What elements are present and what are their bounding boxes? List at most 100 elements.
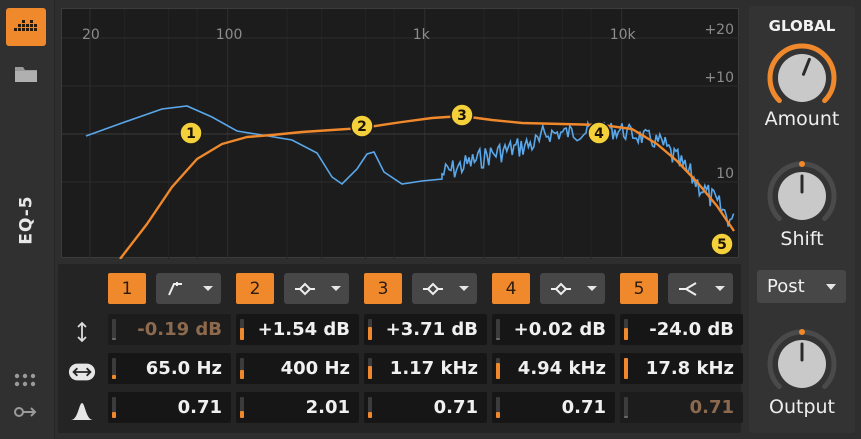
band-controls: 1 -0.19 dB 65.0 Hz 0.71 2 +1.54 dB 400 Hz 2.01 3… xyxy=(58,264,743,433)
band-5-toggle[interactable]: 5 xyxy=(620,273,658,304)
amount-knob[interactable] xyxy=(762,38,842,118)
band-node-1[interactable]: 1 xyxy=(179,121,203,145)
band-2-frequency-field[interactable]: 400 Hz xyxy=(236,353,359,384)
band-4-type-select[interactable] xyxy=(540,273,605,304)
value-bar xyxy=(624,328,628,340)
value-bar-track xyxy=(496,319,500,340)
chevron-down-icon xyxy=(459,286,469,291)
knob-body xyxy=(778,54,826,102)
spectrum-icon xyxy=(14,20,37,31)
frequency-display[interactable]: 20 100 1k 10k +20 +10 10 1 2 3 4 5 xyxy=(61,8,740,259)
frequency-tick-label: 10k xyxy=(610,27,637,43)
value-text: 400 Hz xyxy=(280,358,350,379)
value-text: 0.71 xyxy=(177,397,222,418)
device-sidebar: EQ-5 xyxy=(0,0,55,439)
band-1-type-select[interactable] xyxy=(156,273,221,304)
value-bar xyxy=(368,412,372,418)
value-bar xyxy=(496,338,500,340)
chevron-down-icon xyxy=(587,286,597,291)
value-bar xyxy=(240,411,244,418)
band-4-toggle[interactable]: 4 xyxy=(492,273,530,304)
value-text: 65.0 Hz xyxy=(145,358,222,379)
band-3-frequency-field[interactable]: 1.17 kHz xyxy=(364,353,487,384)
grid-dots-icon[interactable] xyxy=(13,372,37,390)
band-2-type-select[interactable] xyxy=(284,273,349,304)
eq-plot[interactable]: 20 100 1k 10k +20 +10 10 1 2 3 4 5 xyxy=(62,9,740,259)
value-bar-track xyxy=(112,319,116,340)
value-text: +1.54 dB xyxy=(257,319,350,340)
value-bar xyxy=(112,412,116,418)
global-panel: GLOBAL Amount Shift Post Output xyxy=(749,6,855,433)
chevron-down-icon xyxy=(331,286,341,291)
knob-center-mark xyxy=(799,329,805,335)
band-4-frequency-field[interactable]: 4.94 kHz xyxy=(492,353,615,384)
band-3-type-select[interactable] xyxy=(412,273,477,304)
value-text: -0.19 dB xyxy=(137,319,222,340)
bell-icon xyxy=(551,282,571,295)
mode-value: Post xyxy=(767,276,805,297)
node-label: 5 xyxy=(717,237,727,253)
frequency-row-icon xyxy=(68,360,96,384)
band-1-frequency-field[interactable]: 65.0 Hz xyxy=(108,353,231,384)
value-text: -24.0 dB xyxy=(649,319,734,340)
shift-knob[interactable] xyxy=(762,156,842,236)
value-bar xyxy=(368,327,372,340)
band-3-gain-field[interactable]: +3.71 dB xyxy=(364,314,487,345)
band-node-3[interactable]: 3 xyxy=(450,103,474,127)
value-bar xyxy=(240,370,244,379)
chevron-down-icon xyxy=(826,283,836,290)
global-title: GLOBAL xyxy=(768,17,836,35)
band-1-q-field[interactable]: 0.71 xyxy=(108,392,231,423)
band-2-gain-field[interactable]: +1.54 dB xyxy=(236,314,359,345)
folder-icon[interactable] xyxy=(13,64,39,84)
band-node-2[interactable]: 2 xyxy=(350,114,374,138)
band-3-toggle[interactable]: 3 xyxy=(364,273,402,304)
value-text: 0.71 xyxy=(433,397,478,418)
band-node-4[interactable]: 4 xyxy=(587,121,611,145)
knob-center-mark xyxy=(799,161,805,167)
band-4-q-field[interactable]: 0.71 xyxy=(492,392,615,423)
value-text: +3.71 dB xyxy=(385,319,478,340)
value-bar xyxy=(496,363,500,379)
value-text: +0.02 dB xyxy=(513,319,606,340)
amount-label: Amount xyxy=(764,108,840,130)
value-text: 0.71 xyxy=(561,397,606,418)
value-text: 4.94 kHz xyxy=(517,358,606,379)
band-2-toggle[interactable]: 2 xyxy=(236,273,274,304)
band-1-toggle[interactable]: 1 xyxy=(108,273,146,304)
mode-select[interactable]: Post xyxy=(757,270,846,303)
node-label: 3 xyxy=(457,108,467,124)
value-bar xyxy=(496,412,500,418)
routing-icon[interactable] xyxy=(13,404,39,420)
output-label: Output xyxy=(769,396,835,418)
shift-label: Shift xyxy=(780,228,824,250)
band-3-q-field[interactable]: 0.71 xyxy=(364,392,487,423)
value-bar xyxy=(624,416,628,418)
gain-tick-label: +10 xyxy=(704,70,734,86)
band-5-frequency-field[interactable]: 17.8 kHz xyxy=(620,353,743,384)
low-cut-icon xyxy=(168,281,182,295)
bell-icon xyxy=(423,282,443,295)
high-shelf-icon xyxy=(679,281,697,296)
band-5-type-select[interactable] xyxy=(668,273,733,304)
frequency-tick-label: 1k xyxy=(413,27,431,43)
value-bar xyxy=(112,338,116,340)
eq-view-button[interactable] xyxy=(6,8,46,46)
value-text: 17.8 kHz xyxy=(645,358,734,379)
value-text: 2.01 xyxy=(305,397,350,418)
band-2-q-field[interactable]: 2.01 xyxy=(236,392,359,423)
value-bar-track xyxy=(624,397,628,418)
band-4-gain-field[interactable]: +0.02 dB xyxy=(492,314,615,345)
spectrum-trace xyxy=(85,105,735,227)
device-title: EQ-5 xyxy=(12,175,42,265)
eq-main: 20 100 1k 10k +20 +10 10 1 2 3 4 5 1 -0.19 dB 65.0 Hz… xyxy=(58,6,743,433)
frequency-tick-label: 20 xyxy=(82,27,100,43)
band-5-q-field[interactable]: 0.71 xyxy=(620,392,743,423)
gain-tick-label: +20 xyxy=(704,22,734,38)
band-1-gain-field[interactable]: -0.19 dB xyxy=(108,314,231,345)
frequency-tick-label: 100 xyxy=(216,27,243,43)
output-knob[interactable] xyxy=(762,324,842,404)
band-5-gain-field[interactable]: -24.0 dB xyxy=(620,314,743,345)
band-node-5[interactable]: 5 xyxy=(710,232,734,256)
device-name-label: EQ-5 xyxy=(17,195,38,245)
